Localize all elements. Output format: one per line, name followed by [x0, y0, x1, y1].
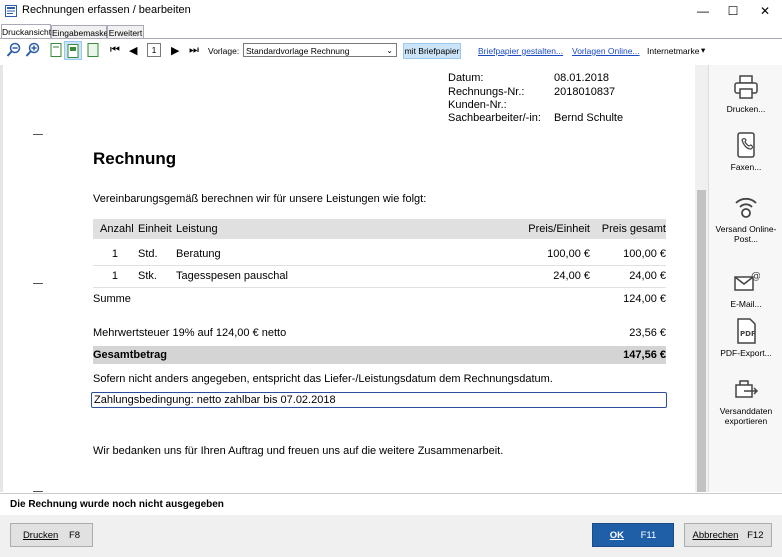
document-heading: Rechnung [93, 149, 177, 168]
table-header-anzahl: Anzahl [100, 223, 134, 235]
online-post-action-label: Versand Online-Post... [715, 224, 777, 244]
table-header-preis-gesamt: Preis gesamt [601, 223, 666, 235]
export-icon [735, 380, 759, 398]
pdf-export-action-label: PDF-Export... [720, 348, 772, 358]
table-header-leistung: Leistung [176, 223, 218, 235]
scrollbar-thumb[interactable] [697, 190, 706, 492]
fold-mark [33, 134, 43, 135]
table-row-divider [93, 265, 666, 266]
row1-preis-einheit: 100,00 € [547, 248, 590, 260]
mwst-label: Mehrwertsteuer 19% auf 124,00 € netto [93, 327, 287, 339]
chevron-down-icon: ⌄ [386, 46, 393, 55]
previous-page-icon[interactable]: ◀ [129, 44, 137, 57]
email-icon: @ [734, 271, 760, 291]
row2-anzahl: 1 [111, 270, 118, 282]
export-data-action[interactable]: Versanddaten exportieren [709, 375, 782, 426]
vorlagen-online-link[interactable]: Vorlagen Online... [572, 46, 640, 56]
meta-invoice-no-value: 2018010837 [554, 86, 616, 98]
ok-button-label: OK [609, 530, 624, 541]
closing-text: Wir bedanken uns für Ihren Auftrag und f… [93, 445, 504, 457]
row2-preis-gesamt: 24,00 € [629, 270, 666, 282]
mwst-value: 23,56 € [629, 327, 666, 339]
maximize-button[interactable]: ☐ [718, 0, 748, 22]
meta-clerk-label: Sachbearbeiter/-in: [448, 112, 541, 124]
svg-text:@: @ [751, 271, 760, 282]
fit-width-icon [67, 44, 79, 58]
row2-preis-einheit: 24,00 € [553, 270, 590, 282]
gesamt-value: 147,56 € [623, 349, 666, 361]
online-post-icon [735, 197, 757, 218]
payment-terms-field[interactable]: Zahlungsbedingung: netto zahlbar bis 07.… [91, 392, 667, 408]
briefpapier-link[interactable]: Briefpapier gestalten... [478, 46, 563, 56]
cancel-button-shortcut: F12 [747, 530, 764, 541]
close-button[interactable]: ✕ [750, 0, 780, 22]
printer-icon [734, 75, 758, 99]
fold-mark-lower [33, 491, 43, 492]
cancel-button[interactable]: Abbrechen F12 [684, 523, 772, 547]
vorlage-label: Vorlage: [208, 46, 240, 56]
row1-preis-gesamt: 100,00 € [623, 248, 666, 260]
row1-leistung: Beratung [176, 248, 221, 260]
print-button[interactable]: Drucken F8 [10, 523, 93, 547]
single-page-icon[interactable] [48, 42, 64, 58]
minimize-button[interactable]: — [688, 0, 718, 22]
table-header-preis-einheit: Preis/Einheit [528, 223, 590, 235]
letterhead-toggle-button[interactable]: mit Briefpapier [403, 43, 461, 59]
meta-date-value: 08.01.2018 [554, 72, 610, 84]
print-action-label: Drucken... [726, 104, 766, 114]
meta-date-label: Datum: [448, 72, 484, 84]
export-data-action-label: Versanddaten exportieren [719, 406, 773, 426]
meta-invoice-no-label: Rechnungs-Nr.: [448, 86, 525, 98]
vorlage-select[interactable]: Standardvorlage Rechnung ⌄ [243, 43, 397, 57]
row2-leistung: Tagesspesen pauschal [176, 270, 288, 282]
next-page-icon[interactable]: ▶ [171, 44, 179, 57]
punch-mark [33, 283, 43, 284]
app-icon [5, 5, 17, 17]
fax-icon [737, 132, 755, 158]
pdf-icon: PDF [737, 318, 756, 344]
internetmarke-menu[interactable]: Internetmarke [647, 46, 699, 56]
zoom-in-icon[interactable] [25, 42, 41, 58]
ok-button[interactable]: OK F11 [592, 523, 674, 547]
cancel-button-label: Abbrechen [692, 530, 739, 541]
ok-button-shortcut: F11 [640, 530, 657, 541]
first-page-icon[interactable]: ⏮ [110, 44, 120, 57]
fax-action[interactable]: Faxen... [709, 131, 782, 172]
fax-action-label: Faxen... [730, 162, 762, 172]
fit-width-toggle[interactable] [64, 41, 82, 60]
pdf-export-action[interactable]: PDF PDF-Export... [709, 317, 782, 358]
row1-anzahl: 1 [111, 248, 118, 260]
table-header-einheit: Einheit [138, 223, 172, 235]
row1-einheit: Std. [138, 248, 158, 260]
last-page-icon[interactable]: ⏭ [189, 44, 199, 57]
summe-label: Summe [93, 293, 131, 305]
viewer-left-border [0, 65, 3, 492]
window-title: Rechnungen erfassen / bearbeiten [22, 4, 191, 16]
zoom-out-icon[interactable] [6, 42, 22, 58]
email-action-label: E-Mail... [730, 299, 762, 309]
gesamt-label: Gesamtbetrag [93, 349, 167, 361]
email-action[interactable]: @ E-Mail... [709, 268, 782, 309]
summe-value: 124,00 € [623, 293, 666, 305]
meta-clerk-value: Bernd Schulte [554, 112, 624, 124]
full-page-icon[interactable] [85, 42, 101, 58]
document-intro: Vereinbarungsgemäß berechnen wir für uns… [93, 193, 427, 205]
print-button-shortcut: F8 [68, 530, 81, 541]
print-action[interactable]: Drucken... [709, 73, 782, 114]
online-post-action[interactable]: Versand Online-Post... [709, 193, 782, 244]
delivery-note: Sofern nicht anders angegeben, entsprich… [93, 373, 553, 385]
output-sidebar: Drucken... Faxen... Versand Online-Post.… [708, 65, 782, 492]
print-button-label: Drucken [22, 530, 59, 541]
svg-text:PDF: PDF [740, 330, 756, 338]
vorlage-value: Standardvorlage Rechnung [246, 46, 350, 56]
table-row-divider [93, 287, 666, 288]
row2-einheit: Stk. [138, 270, 157, 282]
internetmarke-arrow-icon[interactable]: ▾ [701, 45, 705, 56]
page-number-input[interactable]: 1 [147, 43, 161, 57]
meta-customer-no-label: Kunden-Nr.: [448, 99, 507, 111]
status-message: Die Rechnung wurde noch nicht ausgegeben [10, 499, 224, 510]
